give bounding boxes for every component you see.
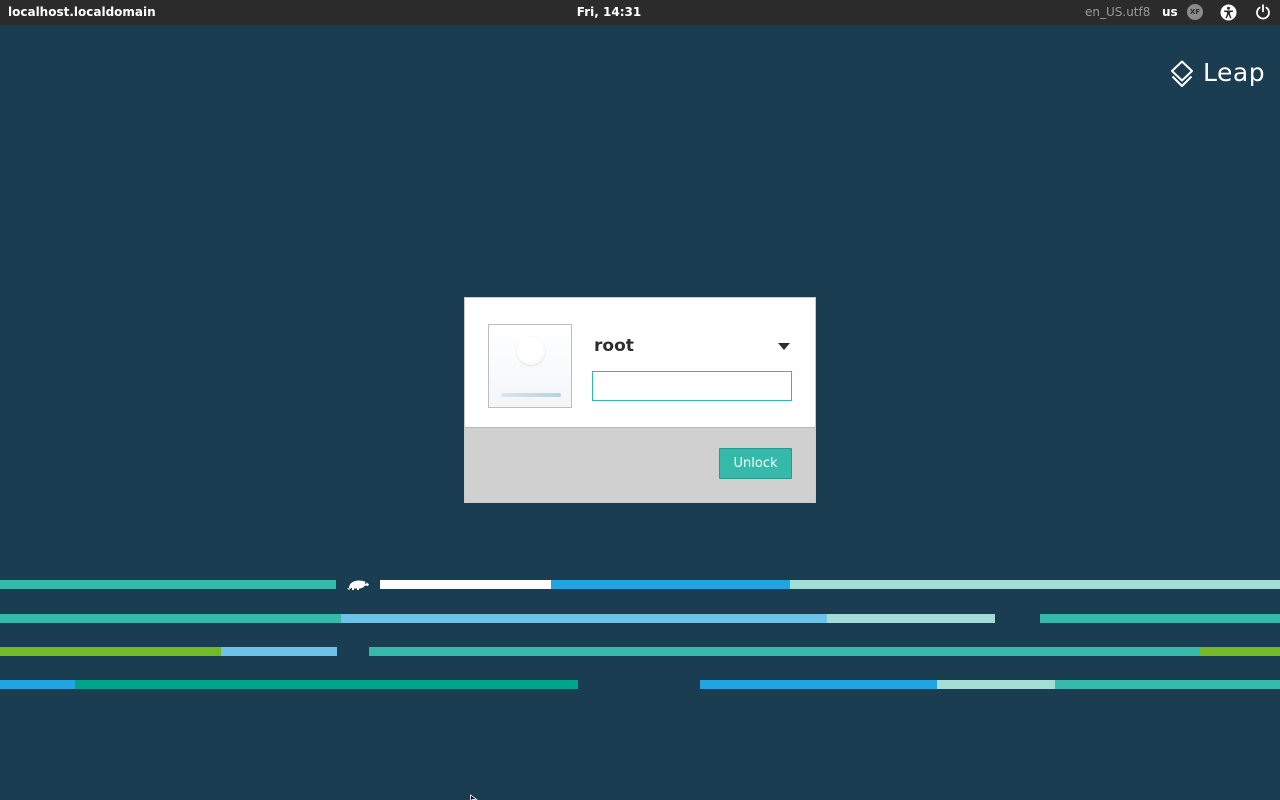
stripe	[700, 680, 937, 689]
unlock-dialog-body: root	[465, 298, 815, 427]
lock-screen: localhost.localdomain Fri, 14:31 en_US.u…	[0, 0, 1280, 800]
stripe	[0, 647, 221, 656]
stripe	[380, 580, 551, 589]
avatar-head	[517, 337, 545, 365]
leap-diamond-icon	[1171, 60, 1193, 87]
avatar-shoulders	[501, 393, 561, 397]
password-input[interactable]	[592, 371, 792, 401]
stripe	[75, 680, 578, 689]
stripe	[0, 614, 341, 623]
locale-indicator[interactable]: en_US.utf8	[1085, 5, 1150, 19]
stripe	[1200, 647, 1280, 656]
geeko-chameleon-icon	[347, 580, 369, 590]
unlock-button[interactable]: Unlock	[719, 448, 792, 479]
mouse-cursor-icon	[470, 794, 478, 800]
clock[interactable]: Fri, 14:31	[0, 5, 1218, 19]
stripe	[551, 580, 790, 589]
chevron-down-icon[interactable]	[778, 343, 790, 350]
xf-icon[interactable]: XF	[1187, 4, 1203, 20]
stripe	[221, 647, 337, 656]
unlock-dialog-footer: Unlock	[465, 427, 815, 502]
leap-wordmark: Leap	[1203, 58, 1266, 87]
stripe	[937, 680, 1055, 689]
stripe	[1055, 680, 1280, 689]
power-icon[interactable]	[1255, 4, 1271, 20]
keyboard-layout-indicator[interactable]: us	[1162, 5, 1178, 19]
stripe	[0, 580, 336, 589]
stripe	[341, 614, 827, 623]
username-label: root	[594, 336, 634, 356]
unlock-dialog: root Unlock	[464, 297, 816, 503]
user-avatar-icon	[488, 324, 572, 408]
stripe	[790, 580, 1280, 589]
top-panel: localhost.localdomain Fri, 14:31 en_US.u…	[0, 0, 1280, 25]
stripe	[0, 680, 75, 689]
stripe	[827, 614, 995, 623]
stripe	[1040, 614, 1280, 623]
accessibility-icon[interactable]	[1220, 4, 1237, 21]
stripe	[369, 647, 1200, 656]
